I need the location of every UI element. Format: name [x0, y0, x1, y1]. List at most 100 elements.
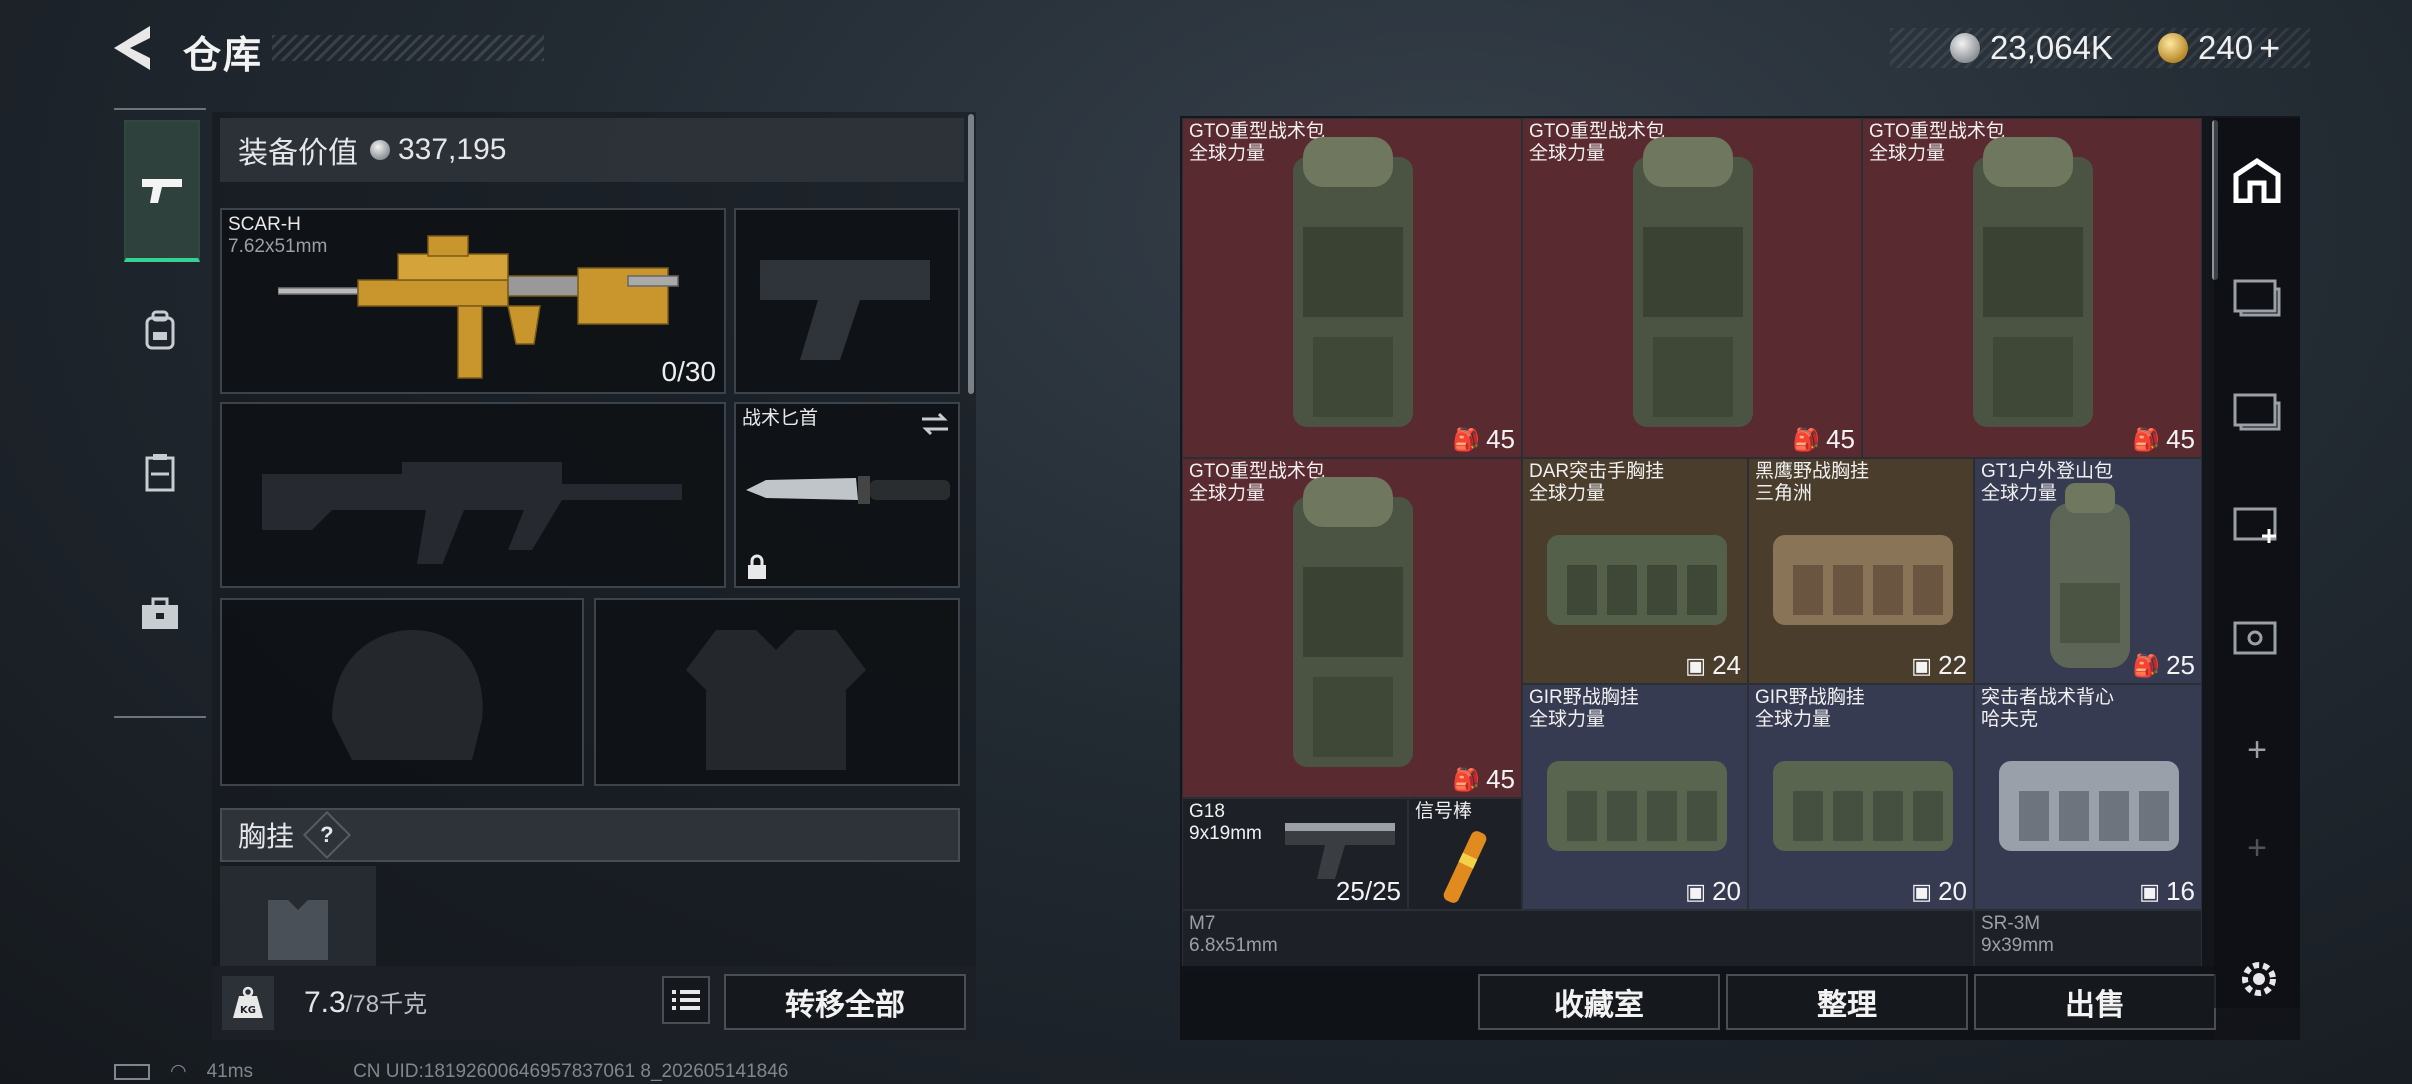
tab-vest[interactable]: [124, 404, 196, 540]
chest-rig-header: 胸挂 ?: [220, 808, 960, 862]
item-brand: 哈夫克: [1981, 709, 2039, 730]
chest-rig-slot[interactable]: [220, 866, 376, 966]
equipment-value-bar: 装备价值 337,195: [220, 118, 964, 182]
list-view-button[interactable]: [662, 976, 710, 1024]
loadout-scrollbar[interactable]: [968, 114, 974, 394]
weight-icon: KG: [222, 976, 274, 1030]
item-caliber: 6.8x51mm: [1189, 935, 1278, 956]
helmet-slot[interactable]: [220, 598, 584, 786]
item-name: M7: [1189, 913, 1216, 934]
primary-weapon-slot[interactable]: SCAR-H 7.62x51mm 0/30: [220, 208, 726, 394]
weapon-ammo: 0/30: [661, 356, 717, 387]
silver-currency: 23,064K: [1950, 28, 2113, 68]
tab-backpack[interactable]: [124, 262, 196, 398]
secondary-rifle-slot[interactable]: [220, 402, 726, 588]
settings-gear-icon[interactable]: [2234, 954, 2284, 1004]
storage-item[interactable]: GTO重型战术包 全球力量 🎒 45: [1522, 118, 1862, 458]
item-capacity: 45: [1486, 764, 1515, 794]
add-icon: +: [2247, 730, 2267, 769]
silver-amount: 23,064K: [1990, 29, 2113, 66]
item-capacity: 25: [2166, 650, 2195, 680]
chest-rig-image: [1547, 535, 1727, 625]
item-capacity: 45: [1826, 424, 1855, 454]
tab-weapons[interactable]: [124, 120, 200, 262]
transfer-all-button[interactable]: 转移全部: [724, 974, 966, 1030]
item-name: SR-3M: [1981, 913, 2041, 934]
gold-coin-icon: [2158, 33, 2188, 63]
list-icon: [672, 990, 700, 1010]
tab-case[interactable]: [124, 546, 196, 682]
item-capacity: 22: [1938, 650, 1967, 680]
storage-item[interactable]: 黑鹰野战胸挂 三角洲 ▣ 22: [1748, 458, 1974, 684]
storage-item[interactable]: SR-3M 9x39mm: [1974, 910, 2202, 970]
weight-readout: 7.3/78千克: [304, 984, 427, 1020]
storage-item[interactable]: GTO重型战术包 全球力量 🎒 45: [1862, 118, 2202, 458]
item-brand: 全球力量: [1755, 709, 1832, 730]
swap-icon[interactable]: [920, 412, 950, 436]
collection-room-button[interactable]: 收藏室: [1478, 974, 1720, 1030]
storage-item[interactable]: GIR野战胸挂 全球力量 ▣ 20: [1748, 684, 1974, 910]
gto-backpack-image: [1633, 137, 1753, 427]
tactical-vest-image: [1999, 761, 2179, 851]
gold-currency[interactable]: 240 +: [2158, 27, 2280, 69]
loadout-footer: KG 7.3/78千克 转移全部: [212, 966, 976, 1040]
armor-slot[interactable]: [594, 598, 960, 786]
storage-item[interactable]: GT1户外登山包 全球力量 🎒 25: [1974, 458, 2202, 684]
weapon-icon: [142, 179, 182, 203]
add-storage-disabled: +: [2214, 798, 2300, 898]
item-ammo: 25/25: [1335, 876, 1401, 906]
item-capacity: 16: [2166, 876, 2195, 906]
tab-storage-v[interactable]: [2214, 586, 2300, 686]
folder-iv-2-icon: [2233, 393, 2281, 431]
storage-item[interactable]: M7 6.8x51mm: [1182, 910, 1974, 970]
tab-home-storage[interactable]: [2214, 130, 2300, 230]
gold-amount: 240: [2198, 29, 2254, 66]
item-name: G18: [1189, 801, 1225, 822]
gold-add-button[interactable]: +: [2259, 27, 2280, 69]
item-caliber: 9x19mm: [1189, 823, 1262, 844]
gto-backpack-image: [1293, 137, 1413, 427]
helmet-placeholder-icon: [332, 630, 483, 760]
storage-item[interactable]: 突击者战术背心 哈夫克 ▣ 16: [1974, 684, 2202, 910]
storage-item[interactable]: GIR野战胸挂 全球力量 ▣ 20: [1522, 684, 1748, 910]
chest-rig-image: [1773, 535, 1953, 625]
gt1-backpack-image: [2050, 483, 2130, 668]
storage-item[interactable]: GTO重型战术包 全球力量 🎒 45: [1182, 458, 1522, 798]
chest-rig-image: [1773, 761, 1953, 851]
storage-item[interactable]: DAR突击手胸挂 全球力量 ▣ 24: [1522, 458, 1748, 684]
tab-storage-iv-2[interactable]: [2214, 358, 2300, 458]
item-name: 黑鹰野战胸挂: [1755, 461, 1870, 482]
storage-item[interactable]: 信号棒: [1408, 798, 1522, 910]
item-name: DAR突击手胸挂: [1529, 461, 1665, 482]
gto-backpack-image: [1973, 137, 2093, 427]
g18-pistol-image: [1285, 823, 1395, 879]
sell-button[interactable]: 出售: [1974, 974, 2216, 1030]
item-capacity: 20: [1938, 876, 1967, 906]
status-bar: ◠ 41ms CN UID:18192600646957837061 8_202…: [114, 1060, 788, 1083]
item-capacity: 20: [1712, 876, 1741, 906]
armor-placeholder-icon: [686, 630, 866, 770]
add-disabled-icon: +: [2247, 828, 2267, 867]
storage-item[interactable]: GTO重型战术包 全球力量 🎒 45: [1182, 118, 1522, 458]
weight-max: /78千克: [345, 991, 428, 1018]
item-name: GIR野战胸挂: [1755, 687, 1865, 708]
tab-storage-iv-1[interactable]: [2214, 244, 2300, 344]
page-title: 仓库: [183, 35, 264, 77]
weight-current: 7.3: [304, 986, 346, 1019]
help-button[interactable]: ?: [302, 810, 352, 860]
item-brand: 全球力量: [1529, 483, 1606, 504]
storage-item[interactable]: G18 9x19mm 25/25: [1182, 798, 1408, 910]
tab-storage-add[interactable]: [2214, 472, 2300, 572]
scar-h-rifle-image: [278, 235, 679, 379]
organize-button[interactable]: 整理: [1726, 974, 1968, 1030]
flare-stick-image: [1443, 831, 1487, 903]
secondary-weapon-slot[interactable]: [734, 208, 960, 394]
vest-icon: ▣: [1685, 652, 1707, 678]
battery-icon: [114, 1063, 150, 1080]
back-arrow-icon[interactable]: [110, 22, 158, 74]
melee-slot[interactable]: 战术匕首: [734, 402, 960, 588]
svg-text:KG: KG: [240, 1005, 256, 1016]
tactical-knife-image: [746, 476, 950, 504]
add-storage-button[interactable]: +: [2214, 700, 2300, 800]
lock-icon: [748, 554, 766, 579]
